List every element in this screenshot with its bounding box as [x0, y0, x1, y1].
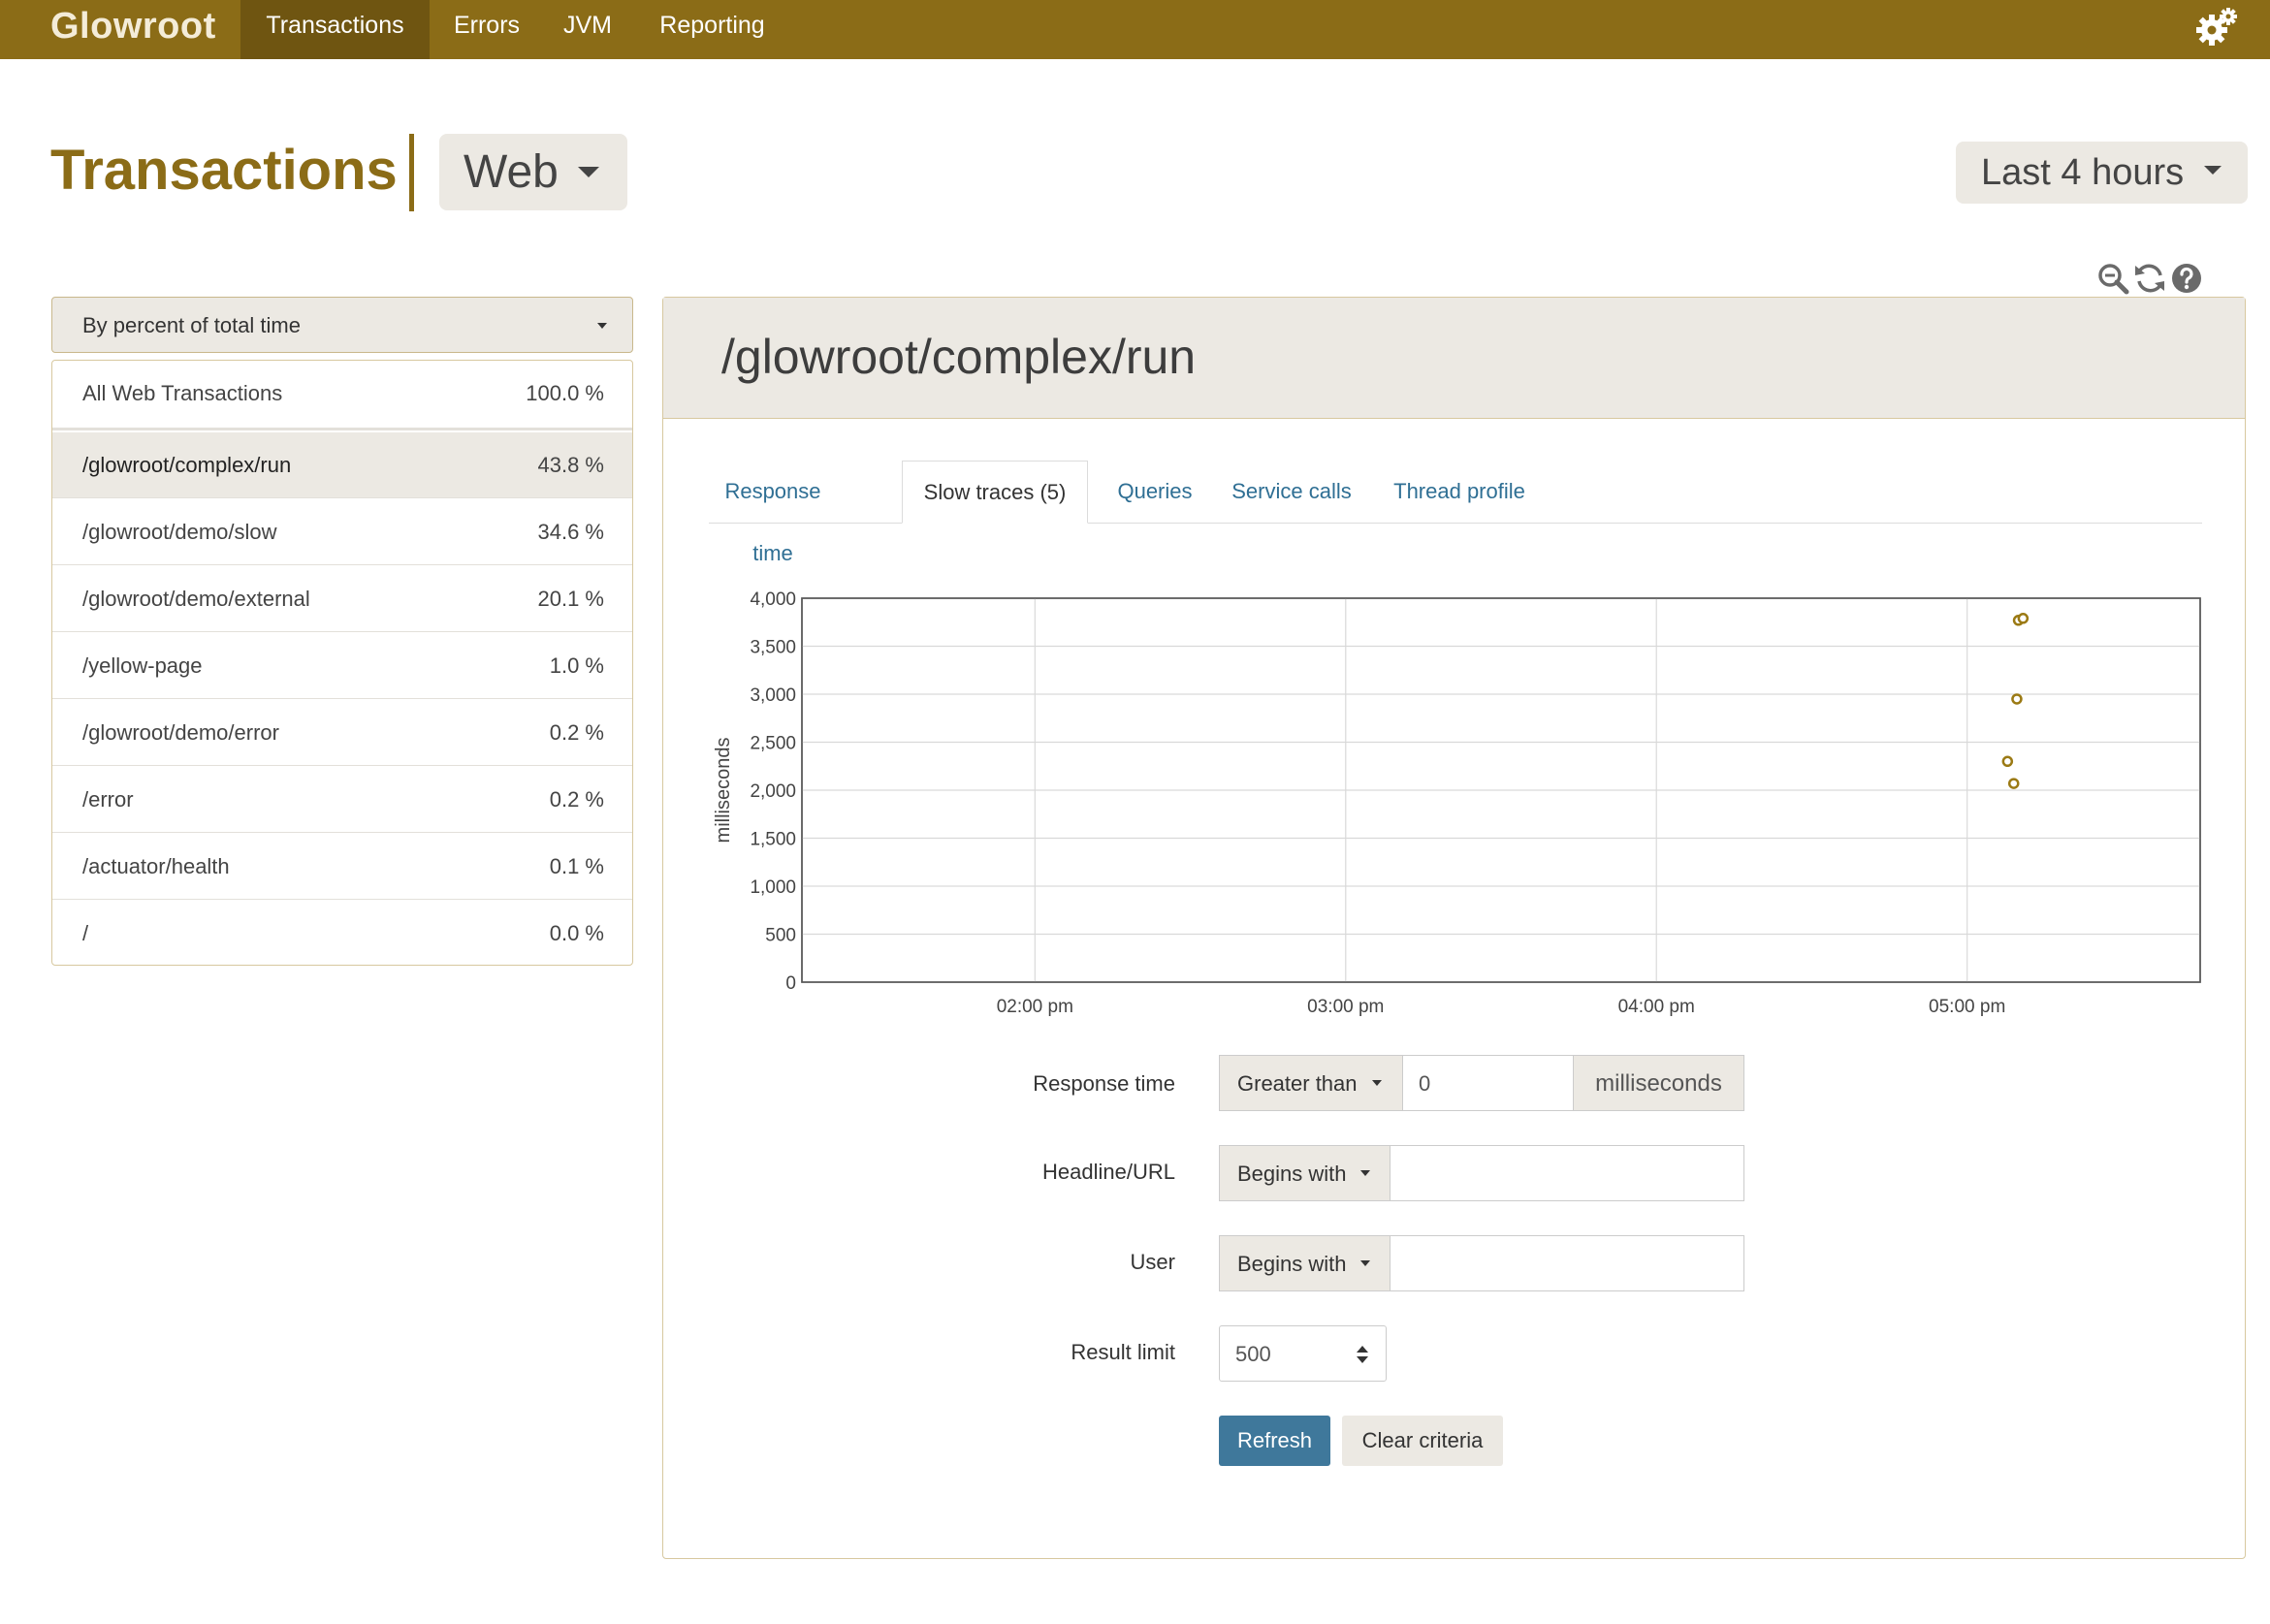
transaction-percent: 100.0 % [526, 381, 604, 405]
brand-logo[interactable]: Glowroot [50, 2, 216, 50]
refresh-button[interactable]: Refresh [1219, 1416, 1330, 1466]
sort-by-select[interactable]: By percent of total time [51, 297, 633, 353]
time-range-dropdown[interactable]: Last 4 hours [1956, 142, 2248, 204]
detail-tabs: Response time Slow traces (5) Queries Se… [709, 461, 2202, 565]
response-time-unit: milliseconds [1573, 1055, 1744, 1111]
chevron-down-icon [578, 167, 599, 177]
response-time-value: 0 [1419, 1071, 1431, 1096]
transaction-title: /glowroot/complex/run [721, 330, 1197, 384]
nav-item-errors[interactable]: Errors [438, 0, 535, 59]
list-item[interactable]: All Web Transactions 100.0 % [52, 361, 632, 430]
transaction-name: /error [82, 787, 134, 812]
list-item[interactable]: /error 0.2 % [52, 767, 632, 833]
transaction-name: /actuator/health [82, 854, 230, 878]
help-icon[interactable] [2170, 262, 2203, 295]
clear-criteria-button[interactable]: Clear criteria [1342, 1416, 1503, 1466]
list-item[interactable]: /glowroot/demo/external 20.1 % [52, 566, 632, 632]
list-item[interactable]: /glowroot/complex/run 43.8 % [52, 432, 632, 498]
tab-thread-profile[interactable]: Thread profile [1382, 461, 1537, 523]
result-limit-value: 500 [1235, 1342, 1271, 1366]
title-divider [409, 134, 414, 211]
chevron-down-icon [2204, 166, 2222, 175]
sort-by-label: By percent of total time [82, 313, 301, 337]
tab-response-time[interactable]: Response time [709, 461, 837, 565]
list-item[interactable]: /yellow-page 1.0 % [52, 633, 632, 699]
user-input[interactable] [1390, 1235, 1744, 1291]
transaction-percent: 1.0 % [549, 653, 604, 678]
zoom-out-icon[interactable] [2096, 262, 2129, 295]
headline-input[interactable] [1390, 1145, 1744, 1201]
list-item[interactable]: / 0.0 % [52, 901, 632, 967]
transaction-percent: 0.0 % [549, 921, 604, 945]
chevron-down-icon [1360, 1260, 1370, 1266]
transaction-percent: 20.1 % [537, 587, 605, 611]
transaction-percent: 0.2 % [549, 720, 604, 745]
transaction-name: /glowroot/demo/external [82, 587, 310, 611]
response-time-operator: Greater than [1237, 1071, 1358, 1096]
tab-slow-traces[interactable]: Slow traces (5) [902, 461, 1088, 524]
transaction-name: /yellow-page [82, 653, 203, 678]
transaction-percent: 34.6 % [537, 520, 605, 544]
chevron-down-icon [1372, 1080, 1382, 1086]
headline-operator: Begins with [1237, 1162, 1347, 1186]
nav-item-transactions[interactable]: Transactions [240, 0, 430, 59]
list-item[interactable]: /glowroot/demo/slow 34.6 % [52, 499, 632, 565]
list-item[interactable]: /glowroot/demo/error 0.2 % [52, 700, 632, 766]
chevron-down-icon [597, 323, 607, 329]
transaction-name: /glowroot/demo/error [82, 720, 279, 745]
response-time-input[interactable]: 0 [1402, 1055, 1574, 1111]
gears-icon[interactable] [2194, 6, 2239, 50]
tab-queries[interactable]: Queries [1106, 461, 1203, 523]
user-label: User [1130, 1250, 1175, 1274]
user-operator: Begins with [1237, 1252, 1347, 1276]
transaction-name: All Web Transactions [82, 381, 283, 405]
nav-item-reporting[interactable]: Reporting [642, 0, 783, 59]
user-operator-dropdown[interactable]: Begins with [1219, 1235, 1391, 1291]
transaction-percent: 0.2 % [549, 787, 604, 812]
headline-operator-dropdown[interactable]: Begins with [1219, 1145, 1391, 1201]
transaction-percent: 43.8 % [537, 453, 605, 477]
transaction-type-label: Web [464, 146, 559, 198]
headline-label: Headline/URL [1042, 1160, 1175, 1184]
sort-arrows-icon [1357, 1346, 1368, 1363]
response-time-label: Response time [1033, 1071, 1175, 1096]
chevron-down-icon [1360, 1170, 1370, 1176]
nav-item-jvm[interactable]: JVM [549, 0, 626, 59]
transaction-name: /glowroot/demo/slow [82, 520, 277, 544]
refresh-icon[interactable] [2133, 262, 2166, 295]
result-limit-label: Result limit [1071, 1340, 1175, 1364]
transaction-type-dropdown[interactable]: Web [439, 134, 627, 210]
panel-header: /glowroot/complex/run [663, 298, 2245, 419]
transaction-name: /glowroot/complex/run [82, 453, 292, 477]
transaction-list: All Web Transactions 100.0 % /glowroot/c… [51, 360, 633, 966]
result-limit-select[interactable]: 500 [1219, 1325, 1387, 1382]
tab-service-calls[interactable]: Service calls [1219, 461, 1364, 523]
transaction-percent: 0.1 % [549, 854, 604, 878]
response-time-operator-dropdown[interactable]: Greater than [1219, 1055, 1403, 1111]
transaction-name: / [82, 921, 89, 945]
top-navbar: Glowroot Transactions Errors JVM Reporti… [0, 0, 2270, 59]
time-range-label: Last 4 hours [1981, 152, 2185, 193]
page-title: Transactions [50, 139, 398, 202]
list-item[interactable]: /actuator/health 0.1 % [52, 834, 632, 900]
